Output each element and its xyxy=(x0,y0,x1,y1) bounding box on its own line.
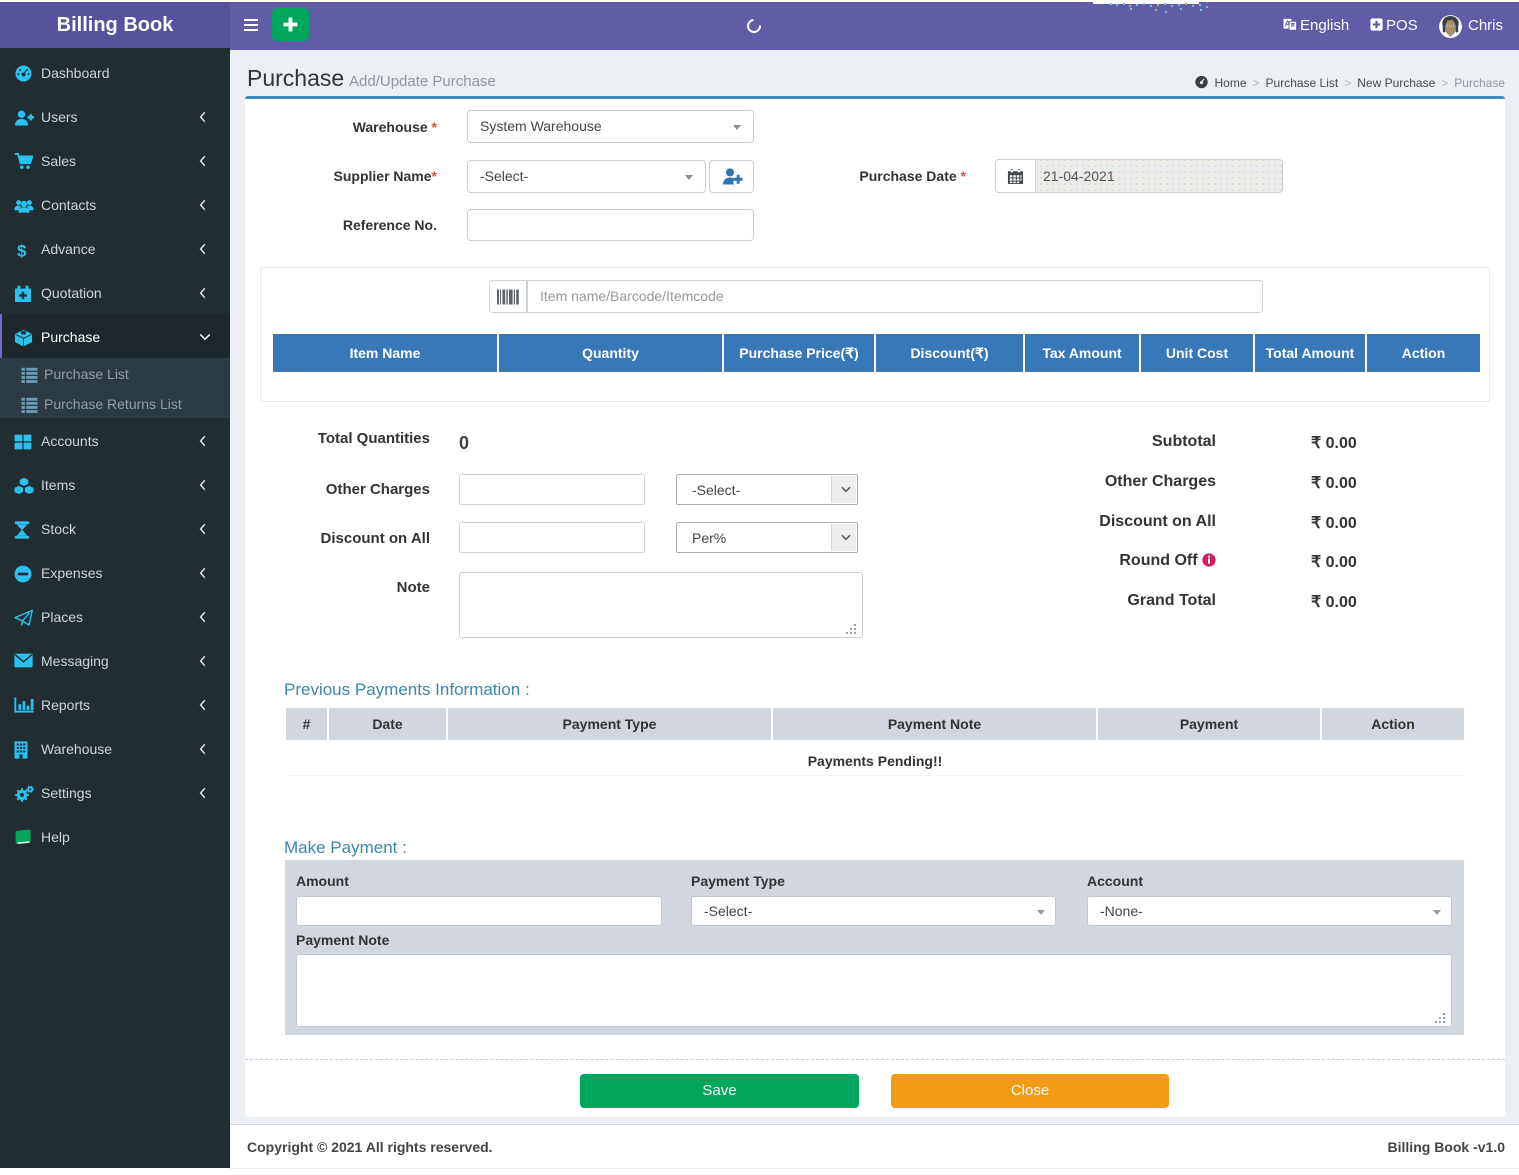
svg-text:$: $ xyxy=(17,242,27,261)
